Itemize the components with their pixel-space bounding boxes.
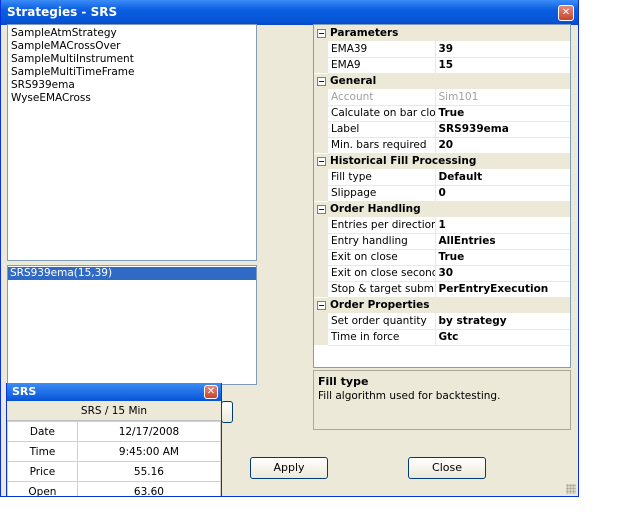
property-value[interactable]: PerEntryExecution <box>435 281 570 298</box>
category-title: Historical Fill Processing <box>330 155 477 168</box>
table-row: Price 55.16 <box>7 461 221 482</box>
property-row[interactable]: Slippage 0 <box>314 185 570 202</box>
strategy-list[interactable]: SampleAtmStrategy SampleMACrossOver Samp… <box>7 24 257 261</box>
property-row[interactable]: Min. bars required 20 <box>314 137 570 154</box>
property-row[interactable]: Exit on close True <box>314 249 570 266</box>
property-row[interactable]: Time in force Gtc <box>314 329 570 346</box>
property-value[interactable]: True <box>435 105 570 122</box>
row-value: 55.16 <box>76 461 221 482</box>
category-title: Order Handling <box>330 203 421 216</box>
close-icon[interactable]: ✕ <box>558 5 574 21</box>
property-value[interactable]: SRS939ema <box>435 121 570 138</box>
category-title: Parameters <box>330 27 399 39</box>
category-title: General <box>330 75 377 88</box>
row-value: 12/17/2008 <box>76 421 221 442</box>
property-row[interactable]: Exit on close second 30 <box>314 265 570 282</box>
category-order-properties[interactable]: − Order Properties <box>314 297 570 313</box>
collapse-icon[interactable]: − <box>317 300 326 310</box>
configured-item-selected[interactable]: SRS939ema(15,39) <box>8 267 256 280</box>
property-value[interactable]: 0 <box>435 185 570 202</box>
category-general[interactable]: − General <box>314 73 570 89</box>
property-value[interactable]: 20 <box>435 137 570 154</box>
property-name: Stop & target submis <box>328 281 436 298</box>
category-parameters[interactable]: − Parameters <box>314 25 570 41</box>
property-name: Set order quantity <box>328 313 436 330</box>
data-window-title: SRS <box>12 385 37 398</box>
table-row: Time 9:45:00 AM <box>7 441 221 462</box>
list-item[interactable]: SampleMultiInstrument <box>8 53 256 66</box>
property-row: Account Sim101 <box>314 89 570 106</box>
row-value: 9:45:00 AM <box>76 441 221 462</box>
property-row[interactable]: Stop & target submis PerEntryExecution <box>314 281 570 298</box>
help-title: Fill type <box>318 375 369 388</box>
property-value[interactable]: 1 <box>435 217 570 234</box>
row-value: 63.60 <box>76 481 221 496</box>
row-label: Time <box>7 441 78 462</box>
property-value[interactable]: 30 <box>435 265 570 282</box>
property-name: Slippage <box>328 185 436 202</box>
property-name: Exit on close <box>328 249 436 266</box>
window-title: Strategies - SRS <box>7 5 118 19</box>
property-name: Account <box>328 89 436 106</box>
close-button[interactable]: Close <box>408 457 486 479</box>
title-bar[interactable]: Strategies - SRS <box>1 0 578 25</box>
property-value[interactable]: Default <box>435 169 570 186</box>
table-row: Open 63.60 <box>7 481 221 496</box>
property-row[interactable]: Label SRS939ema <box>314 121 570 138</box>
property-name: Fill type <box>328 169 436 186</box>
property-value[interactable]: 15 <box>435 57 570 74</box>
property-name: Label <box>328 121 436 138</box>
collapse-icon[interactable]: − <box>317 28 326 38</box>
help-description: Fill algorithm used for backtesting. <box>318 390 501 402</box>
property-value[interactable]: AllEntries <box>435 233 570 250</box>
property-help-panel: Fill type Fill algorithm used for backte… <box>313 370 571 430</box>
apply-button[interactable]: Apply <box>250 457 328 479</box>
property-name: Entry handling <box>328 233 436 250</box>
property-row[interactable]: EMA9 15 <box>314 57 570 74</box>
property-row[interactable]: Entry handling AllEntries <box>314 233 570 250</box>
property-row[interactable]: Calculate on bar clos True <box>314 105 570 122</box>
data-window-table: Date 12/17/2008 Time 9:45:00 AM Price 55.16… <box>7 421 221 496</box>
data-window-title-bar[interactable]: SRS ✕ <box>7 383 221 401</box>
property-name: Entries per direction <box>328 217 436 234</box>
property-name: EMA9 <box>328 57 436 74</box>
collapse-icon[interactable]: − <box>317 204 326 214</box>
property-row[interactable]: Set order quantity by strategy <box>314 313 570 330</box>
list-item[interactable]: SampleMultiTimeFrame <box>8 66 256 79</box>
property-value[interactable]: by strategy <box>435 313 570 330</box>
property-value: Sim101 <box>435 89 570 106</box>
resize-grip-icon[interactable] <box>566 484 576 494</box>
property-value[interactable]: 39 <box>435 41 570 58</box>
list-item[interactable]: SampleAtmStrategy <box>8 27 256 40</box>
category-historical-fill[interactable]: − Historical Fill Processing <box>314 153 570 169</box>
property-name: Calculate on bar clos <box>328 105 436 122</box>
category-order-handling[interactable]: − Order Handling <box>314 201 570 217</box>
property-value[interactable]: Gtc <box>435 329 570 346</box>
property-name: Min. bars required <box>328 137 436 154</box>
collapse-icon[interactable]: − <box>317 156 326 166</box>
partial-button[interactable] <box>221 401 233 423</box>
property-name: Exit on close second <box>328 265 436 282</box>
list-item[interactable]: SRS939ema <box>8 79 256 92</box>
row-label: Open <box>7 481 78 496</box>
property-row[interactable]: EMA39 39 <box>314 41 570 58</box>
property-grid: − Parameters EMA39 39 EMA9 15 − General Acco… <box>313 24 571 368</box>
list-item[interactable]: SampleMACrossOver <box>8 40 256 53</box>
property-row[interactable]: Fill type Default <box>314 169 570 186</box>
configured-strategy-list[interactable]: SRS939ema(15,39) <box>7 265 257 385</box>
table-row: Date 12/17/2008 <box>7 421 221 442</box>
row-label: Price <box>7 461 78 482</box>
property-name: Time in force <box>328 329 436 346</box>
category-title: Order Properties <box>330 299 430 312</box>
property-name: EMA39 <box>328 41 436 58</box>
property-value[interactable]: True <box>435 249 570 266</box>
list-item[interactable]: WyseEMACross <box>8 92 256 105</box>
close-icon[interactable]: ✕ <box>204 385 218 399</box>
row-label: Date <box>7 421 78 442</box>
data-window-header: SRS / 15 Min <box>7 401 221 421</box>
collapse-icon[interactable]: − <box>317 76 326 86</box>
data-window: SRS ✕ SRS / 15 Min Date 12/17/2008 Time 9:… <box>6 383 222 497</box>
property-row[interactable]: Entries per direction 1 <box>314 217 570 234</box>
